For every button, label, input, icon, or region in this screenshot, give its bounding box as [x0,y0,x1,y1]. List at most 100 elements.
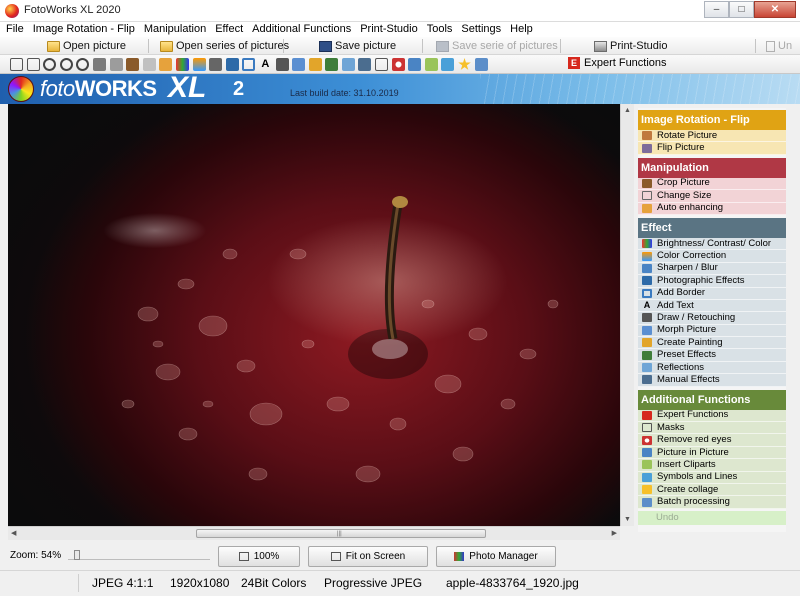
rotate-left-icon[interactable] [10,58,23,71]
menu-file[interactable]: File [6,22,24,37]
border-icon[interactable] [242,58,256,71]
auto-enhancing-item[interactable]: Auto enhancing [638,202,786,215]
print-studio-button[interactable]: Print-Studio [594,38,667,54]
menu-image-rotation[interactable]: Image Rotation - Flip [33,22,135,37]
open-picture-button[interactable]: Open picture [47,38,126,54]
flip-picture-item[interactable]: Flip Picture [638,142,786,155]
section-manipulation-header[interactable]: Manipulation [638,157,786,178]
menu-manipulation[interactable]: Manipulation [144,22,206,37]
photographic-effects-item[interactable]: Photographic Effects [638,275,786,288]
rotate-picture-item[interactable]: Rotate Picture [638,130,786,143]
masks-icon[interactable] [375,58,389,71]
image-canvas[interactable] [8,104,620,526]
symbols-lines-item[interactable]: Symbols and Lines [638,471,786,484]
printer-icon [594,40,607,52]
crop-icon[interactable] [126,58,140,71]
zoom-100-button[interactable]: 100% [218,546,300,567]
horizontal-scrollbar[interactable]: ◀ ||| ▶ [8,526,620,540]
save-series-button[interactable]: Save serie of pictures [436,38,558,54]
menu-tools[interactable]: Tools [427,22,453,37]
add-text-item[interactable]: A Add Text [638,300,786,313]
sharpen-icon[interactable] [209,58,223,71]
morph-icon[interactable] [292,58,306,71]
status-divider [78,574,79,592]
vertical-scrollbar[interactable]: ▲ ▼ [620,104,634,526]
section-additional-header[interactable]: Additional Functions [638,389,786,410]
batch-processing-item[interactable]: Batch processing [638,496,786,509]
section-rotation-header[interactable]: Image Rotation - Flip [638,110,786,130]
menu-effect[interactable]: Effect [215,22,243,37]
mirror-icon[interactable] [109,58,123,71]
masks-item[interactable]: Masks [638,422,786,435]
reflections-item[interactable]: Reflections [638,362,786,375]
preset-effects-icon [642,350,652,360]
logo-text: fotoWORKS [40,76,157,101]
painting-icon[interactable] [308,58,322,71]
functions-panel: Image Rotation - Flip Rotate Picture Fli… [638,108,786,532]
draw-retouching-item[interactable]: Draw / Retouching [638,312,786,325]
change-size-item[interactable]: Change Size [638,190,786,203]
brightness-icon[interactable] [175,58,189,71]
redo-icon[interactable] [59,58,73,71]
scroll-down-arrow-icon[interactable]: ▼ [624,516,631,523]
resize-icon[interactable] [142,58,156,71]
create-collage-item[interactable]: Create collage [638,484,786,497]
brightness-item[interactable]: Brightness/ Contrast/ Color [638,238,786,251]
collage-star-icon[interactable] [458,58,471,70]
photo-manager-button[interactable]: Photo Manager [436,546,556,567]
morph-picture-item[interactable]: Morph Picture [638,324,786,338]
picture-in-picture-item[interactable]: Picture in Picture [638,447,786,460]
scroll-up-arrow-icon[interactable]: ▲ [624,107,631,114]
sharpen-blur-item[interactable]: Sharpen / Blur [638,262,786,276]
add-border-item[interactable]: Add Border [638,287,786,300]
crop-picture-item[interactable]: Crop Picture [638,177,786,191]
menu-print-studio[interactable]: Print-Studio [360,22,417,37]
maximize-button[interactable]: □ [729,1,754,18]
rotate-right-icon[interactable] [26,58,40,71]
photo-effects-icon[interactable] [225,58,239,71]
scroll-left-arrow-icon[interactable]: ◀ [11,529,16,537]
manual-effects-item[interactable]: Manual Effects [638,374,786,387]
menu-additional-functions[interactable]: Additional Functions [252,22,351,37]
section-effect-header[interactable]: Effect [638,217,786,238]
color-correction-item[interactable]: Color Correction [638,250,786,263]
expert-functions-item[interactable]: Expert Functions [638,409,786,423]
insert-cliparts-item[interactable]: Insert Cliparts [638,459,786,472]
preset-effects-icon[interactable] [325,58,339,71]
close-button[interactable]: ✕ [754,1,796,18]
save-picture-button[interactable]: Save picture [319,38,396,54]
flip-icon[interactable] [92,58,106,71]
menu-help[interactable]: Help [510,22,533,37]
reflections-icon [642,363,652,373]
menu-settings[interactable]: Settings [461,22,501,37]
minimize-button[interactable]: – [704,1,729,18]
symbols-icon[interactable] [441,58,455,71]
manual-effects-icon[interactable] [358,58,372,71]
text-icon[interactable]: A [259,58,272,71]
panel-undo-button[interactable]: Undo [638,510,786,525]
draw-icon[interactable] [275,58,289,71]
undo-button[interactable]: Un [766,38,792,54]
red-eye-icon[interactable] [391,58,405,71]
reflections-icon[interactable] [341,58,355,71]
expert-functions-button[interactable]: E Expert Functions [568,57,667,69]
color-correction-icon[interactable] [192,58,206,71]
open-series-button[interactable]: Open series of pictures [160,38,289,54]
clipart-icon[interactable] [424,58,438,71]
remove-red-eyes-item[interactable]: Remove red eyes [638,434,786,447]
auto-enhance-icon[interactable] [159,58,173,71]
batch-icon[interactable] [474,58,488,71]
zoom-slider[interactable] [68,548,210,560]
horizontal-scroll-thumb[interactable]: ||| [196,529,486,538]
preset-effects-item[interactable]: Preset Effects [638,349,786,362]
masks-icon [642,423,652,433]
create-painting-item[interactable]: Create Painting [638,337,786,350]
refresh-icon[interactable] [43,58,57,71]
fit-on-screen-button[interactable]: Fit on Screen [308,546,428,567]
grip-icon: ||| [337,531,342,537]
scroll-right-arrow-icon[interactable]: ▶ [612,529,617,537]
picture-in-picture-icon[interactable] [408,58,422,71]
zoom-slider-thumb[interactable] [74,550,80,560]
menu-bar: File Image Rotation - Flip Manipulation … [0,22,800,37]
rotate-icon[interactable] [76,58,90,71]
